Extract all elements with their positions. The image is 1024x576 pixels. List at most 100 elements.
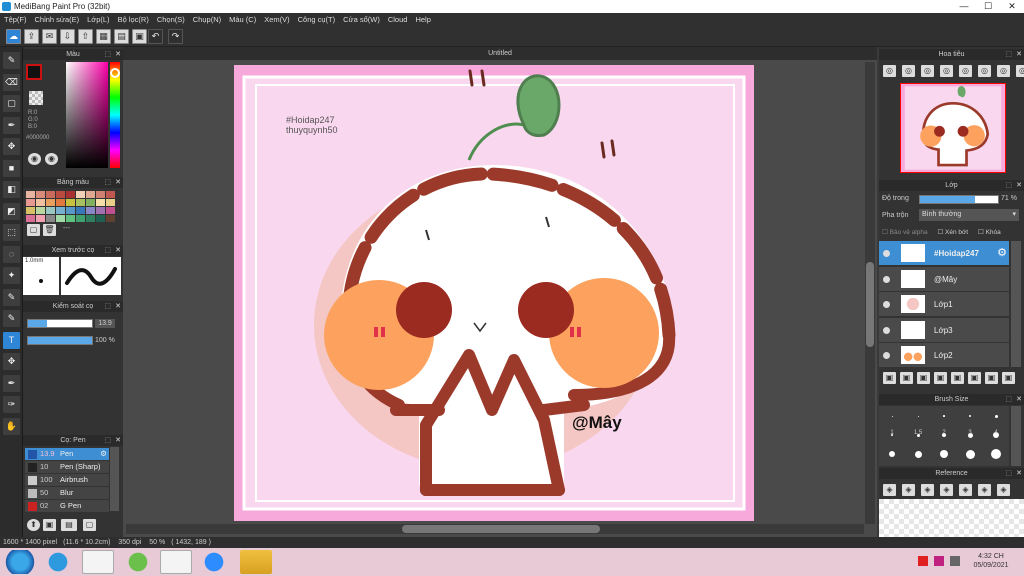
layer-list-scrollbar[interactable] bbox=[1011, 241, 1021, 367]
palette-swatch[interactable] bbox=[86, 215, 95, 222]
dropper-icon[interactable]: ✒ bbox=[3, 374, 20, 392]
palette-swatch[interactable] bbox=[106, 199, 115, 206]
palette-swatch[interactable] bbox=[36, 199, 45, 206]
ie-icon[interactable] bbox=[42, 550, 74, 574]
zoom-in-icon[interactable]: ◎ bbox=[883, 65, 896, 77]
palette-swatch[interactable] bbox=[106, 191, 115, 198]
text-icon[interactable]: T bbox=[3, 331, 20, 349]
brush-size-dot[interactable] bbox=[917, 415, 919, 417]
zoom-icon[interactable] bbox=[198, 550, 230, 574]
redo-button[interactable]: ↷ bbox=[168, 29, 183, 44]
gear-icon[interactable]: ⚙ bbox=[997, 241, 1007, 266]
eraser-icon[interactable]: ⌫ bbox=[3, 73, 20, 91]
brush-list-scrollbar[interactable] bbox=[110, 447, 119, 511]
tray-app-icon[interactable] bbox=[918, 556, 928, 566]
gradient-icon[interactable]: ◩ bbox=[3, 202, 20, 220]
select-rect-icon[interactable]: ▢ bbox=[3, 95, 20, 112]
brush-item[interactable]: 10 Pen (Sharp) bbox=[25, 461, 109, 473]
protect-alpha-checkbox[interactable]: ☐ Bảo vệ alpha bbox=[882, 229, 928, 236]
tray-volume-icon[interactable] bbox=[950, 556, 960, 566]
delete-color-button[interactable]: 🗑 bbox=[43, 224, 56, 236]
comic-button[interactable]: ▤ bbox=[114, 29, 129, 44]
folder-icon[interactable]: ▣ bbox=[968, 372, 981, 384]
layer-row[interactable]: Lớp1 bbox=[879, 292, 1009, 317]
zoom-in-icon[interactable]: ◈ bbox=[940, 484, 953, 496]
new-8bit-layer-icon[interactable]: ▣ bbox=[917, 372, 930, 384]
menu-item[interactable]: Xem(V) bbox=[260, 13, 293, 27]
new-halftone-layer-icon[interactable]: ▣ bbox=[900, 372, 913, 384]
open-folder-icon[interactable]: ◈ bbox=[902, 484, 915, 496]
brush-size-scrollbar[interactable] bbox=[1011, 406, 1021, 466]
layer-row[interactable]: Lớp3 bbox=[879, 317, 1009, 343]
palette-swatch[interactable] bbox=[76, 207, 85, 214]
close-icon[interactable]: ✕ bbox=[115, 435, 121, 446]
brush-size-dot[interactable] bbox=[943, 415, 945, 417]
fit-icon[interactable]: ◎ bbox=[921, 65, 934, 77]
palette-swatch[interactable] bbox=[106, 215, 115, 222]
brush-opacity-slider[interactable] bbox=[27, 336, 93, 345]
color-saturation-field[interactable] bbox=[66, 62, 108, 168]
pin-icon[interactable]: ⬚ bbox=[1005, 394, 1012, 405]
pin-icon[interactable]: ⬚ bbox=[1005, 49, 1012, 60]
document-tab[interactable]: Untitled bbox=[123, 47, 877, 60]
palette-swatch[interactable] bbox=[46, 215, 55, 222]
hue-handle[interactable] bbox=[110, 68, 120, 78]
palette-swatch[interactable] bbox=[66, 207, 75, 214]
palette-swatch[interactable] bbox=[96, 207, 105, 214]
palette-swatch[interactable] bbox=[56, 207, 65, 214]
menu-item[interactable]: Cloud bbox=[384, 13, 412, 27]
close-icon[interactable]: ✕ bbox=[115, 301, 121, 312]
minimize-button[interactable]: — bbox=[952, 0, 976, 13]
duplicate-icon[interactable]: ▣ bbox=[985, 372, 998, 384]
palette-swatch[interactable] bbox=[26, 191, 35, 198]
eye-icon[interactable] bbox=[883, 250, 890, 257]
eye-icon[interactable] bbox=[883, 352, 890, 359]
fit-icon[interactable]: ◈ bbox=[959, 484, 972, 496]
palette-swatch[interactable] bbox=[66, 199, 75, 206]
chrome-icon[interactable] bbox=[160, 550, 192, 574]
brush-item[interactable]: 100 Airbrush bbox=[25, 474, 109, 486]
explorer-icon[interactable] bbox=[240, 550, 272, 574]
select-eraser-icon[interactable]: ✎ bbox=[3, 310, 20, 327]
brush-size-grid[interactable]: 1 1.5 2 3 4 bbox=[879, 406, 1009, 466]
brush-icon[interactable]: ✎ bbox=[3, 52, 20, 69]
clock[interactable]: 4:32 CH 05/09/2021 bbox=[966, 552, 1016, 570]
palette-swatch[interactable] bbox=[46, 207, 55, 214]
eye-icon[interactable] bbox=[883, 326, 890, 334]
select-pen-icon[interactable]: ✎ bbox=[3, 288, 20, 306]
pin-icon[interactable]: ⬚ bbox=[104, 245, 111, 256]
pin-icon[interactable]: ⬚ bbox=[104, 435, 111, 446]
close-icon[interactable]: ✕ bbox=[1016, 49, 1022, 60]
palette-swatch[interactable] bbox=[56, 199, 65, 206]
layer-row[interactable]: @Mây bbox=[879, 266, 1009, 292]
palette-swatch[interactable] bbox=[86, 207, 95, 214]
pin-icon[interactable]: ⬚ bbox=[104, 49, 111, 60]
eye-icon[interactable] bbox=[883, 301, 890, 308]
menu-item[interactable]: Màu (C) bbox=[225, 13, 260, 27]
bucket-icon[interactable]: ◧ bbox=[3, 181, 20, 198]
close-icon[interactable]: ✕ bbox=[1016, 394, 1022, 405]
palette-swatch[interactable] bbox=[26, 199, 35, 206]
tray-v-icon[interactable] bbox=[934, 556, 944, 566]
export-button[interactable]: ⇪ bbox=[24, 29, 39, 44]
brush-size-dot[interactable] bbox=[965, 449, 975, 459]
palette-swatch[interactable] bbox=[76, 215, 85, 222]
hand-dropper-icon[interactable]: ✑ bbox=[3, 396, 20, 413]
palette-swatch[interactable] bbox=[66, 191, 75, 198]
color-eyedrop-button[interactable]: ◉ bbox=[45, 153, 58, 165]
palette-swatch[interactable] bbox=[96, 191, 105, 198]
brush-cloud-button[interactable]: ⬆ bbox=[27, 519, 40, 531]
brush-folder-button[interactable]: ▤ bbox=[61, 519, 77, 531]
maximize-button[interactable]: ☐ bbox=[976, 0, 1000, 13]
clipping-checkbox[interactable]: ☐ Xén bớt bbox=[937, 229, 968, 236]
layer-row[interactable]: #Hoidap247 ⚙ bbox=[879, 241, 1009, 266]
zalo-icon[interactable] bbox=[82, 550, 114, 574]
grid-button[interactable]: ▦ bbox=[96, 29, 111, 44]
coccoc-icon[interactable] bbox=[122, 550, 154, 574]
brush-item[interactable]: 02 G Pen bbox=[25, 500, 109, 512]
pin-icon[interactable]: ⬚ bbox=[1005, 468, 1012, 479]
marquee-icon[interactable]: ⬚ bbox=[3, 224, 20, 241]
reset-icon[interactable]: ◎ bbox=[978, 65, 991, 77]
transparent-color-swatch[interactable] bbox=[29, 91, 43, 105]
cloud-download-button[interactable]: ⇩ bbox=[60, 29, 75, 44]
